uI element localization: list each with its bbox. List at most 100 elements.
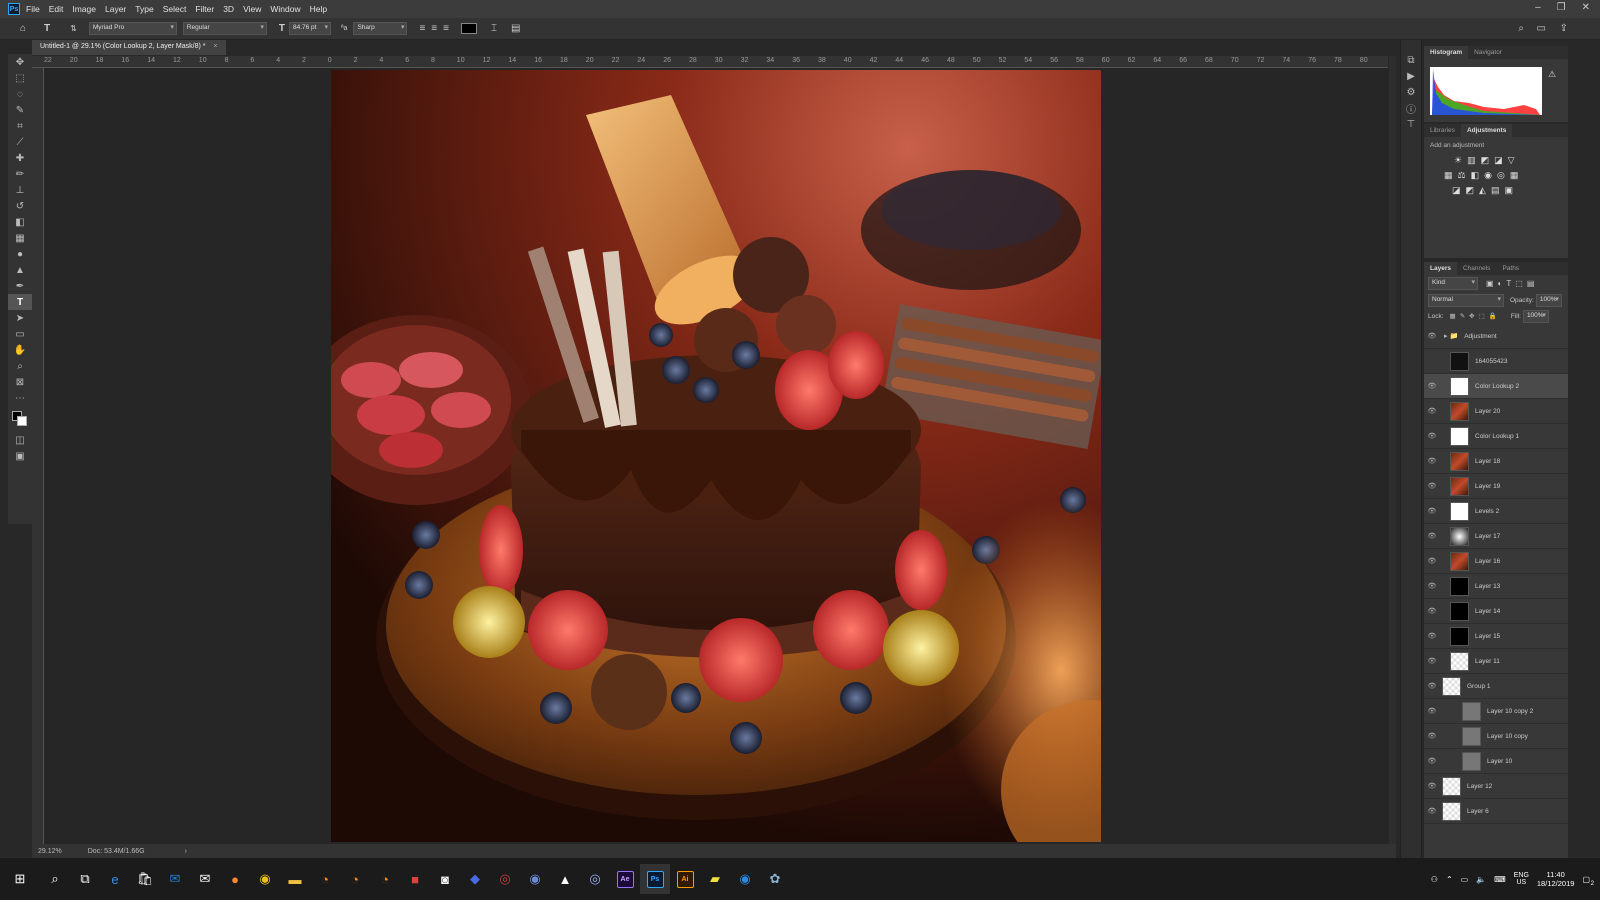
pen-tool-icon[interactable]: ✒ bbox=[8, 278, 32, 294]
marquee-tool-icon[interactable]: ⬚ bbox=[8, 70, 32, 86]
app-misc-icon[interactable]: ✿ bbox=[760, 864, 790, 894]
selective-color-icon[interactable]: ▣ bbox=[1504, 185, 1513, 196]
davinci-icon[interactable]: ◎ bbox=[490, 864, 520, 894]
character-panel-icon[interactable]: ▤ bbox=[511, 23, 520, 34]
network-icon[interactable]: ▭ bbox=[1461, 875, 1469, 884]
visibility-eye-icon[interactable]: 👁 bbox=[1424, 532, 1440, 540]
menu-help[interactable]: Help bbox=[310, 4, 327, 14]
notification-icon[interactable]: ▢ 2 bbox=[1582, 875, 1594, 887]
channel-mixer-icon[interactable]: ◎ bbox=[1497, 170, 1505, 181]
lasso-tool-icon[interactable]: ◌ bbox=[8, 86, 32, 102]
layer-name[interactable]: Layer 10 copy 2 bbox=[1487, 708, 1533, 715]
zoom-tool-icon[interactable]: ⌕ bbox=[8, 358, 32, 374]
gradient-tool-icon[interactable]: ▦ bbox=[8, 230, 32, 246]
substance-icon[interactable]: ▲ bbox=[550, 864, 580, 894]
layer-row[interactable]: 👁 Color Lookup 1 bbox=[1424, 424, 1568, 449]
home-icon[interactable]: ⌂ bbox=[20, 23, 26, 34]
layer-name[interactable]: Layer 20 bbox=[1475, 408, 1500, 415]
menu-select[interactable]: Select bbox=[163, 4, 187, 14]
menu-3d[interactable]: 3D bbox=[223, 4, 234, 14]
history-panel-icon[interactable]: ⧉ bbox=[1401, 52, 1421, 68]
layer-row[interactable]: 👁 Levels 2 bbox=[1424, 499, 1568, 524]
properties-panel-icon[interactable]: ⚙ bbox=[1401, 84, 1421, 100]
firefox-icon[interactable]: ● bbox=[220, 864, 250, 894]
layer-row[interactable]: 👁 Layer 6 bbox=[1424, 799, 1568, 824]
visibility-eye-icon[interactable]: 👁 bbox=[1424, 757, 1440, 765]
antialias-select[interactable]: Sharp bbox=[353, 22, 408, 35]
doc-info[interactable]: Doc: 53.4M/1.66G bbox=[88, 848, 145, 855]
close-icon[interactable]: ✕ bbox=[1582, 2, 1590, 13]
zoom-level[interactable]: 29.12% bbox=[38, 848, 62, 855]
layer-name[interactable]: Layer 6 bbox=[1467, 808, 1489, 815]
text-color-swatch[interactable] bbox=[460, 23, 477, 34]
menu-edit[interactable]: Edit bbox=[49, 4, 64, 14]
visibility-eye-icon[interactable]: 👁 bbox=[1424, 582, 1440, 590]
menu-filter[interactable]: Filter bbox=[195, 4, 214, 14]
visibility-eye-icon[interactable]: 👁 bbox=[1424, 707, 1440, 715]
document-tab[interactable]: Untitled-1 @ 29.1% (Color Lookup 2, Laye… bbox=[32, 40, 226, 55]
opacity-input[interactable]: 100% bbox=[1535, 293, 1562, 307]
visibility-eye-icon[interactable]: 👁 bbox=[1424, 607, 1440, 615]
eraser-tool-icon[interactable]: ◧ bbox=[8, 214, 32, 230]
layer-name[interactable]: Layer 16 bbox=[1475, 558, 1500, 565]
tab-layers[interactable]: Layers bbox=[1424, 262, 1457, 275]
history-brush-tool-icon[interactable]: ↺ bbox=[8, 198, 32, 214]
edge-browser-icon[interactable]: e bbox=[100, 864, 130, 894]
font-family-select[interactable]: Myriad Pro bbox=[88, 22, 177, 35]
tab-histogram[interactable]: Histogram bbox=[1424, 46, 1469, 59]
file-explorer-icon[interactable]: ▬ bbox=[280, 864, 310, 894]
actions-panel-icon[interactable]: ▶ bbox=[1401, 68, 1421, 84]
crop-tool-icon[interactable]: ⌗ bbox=[8, 118, 32, 134]
sticky-notes-icon[interactable]: ▰ bbox=[700, 864, 730, 894]
layer-row[interactable]: 👁 Layer 15 bbox=[1424, 624, 1568, 649]
layer-name[interactable]: Layer 10 bbox=[1487, 758, 1512, 765]
black-white-icon[interactable]: ◧ bbox=[1471, 170, 1480, 181]
clock[interactable]: 11:40 18/12/2019 bbox=[1537, 870, 1575, 888]
search-icon[interactable]: ⌕ bbox=[1518, 23, 1524, 34]
visibility-eye-icon[interactable]: 👁 bbox=[1424, 682, 1440, 690]
visibility-eye-icon[interactable]: 👁 bbox=[1424, 732, 1440, 740]
layer-row[interactable]: 👁 Layer 10 copy 2 bbox=[1424, 699, 1568, 724]
tab-adjustments[interactable]: Adjustments bbox=[1460, 124, 1513, 137]
blender-3-icon[interactable]: ◔ bbox=[370, 864, 400, 894]
canvas-artwork[interactable] bbox=[331, 70, 1101, 842]
volume-icon[interactable]: 🔈 bbox=[1476, 875, 1486, 884]
tray-overflow-icon[interactable]: ⌃ bbox=[1446, 875, 1453, 884]
layer-name[interactable]: Layer 13 bbox=[1475, 583, 1500, 590]
eyedropper-tool-icon[interactable]: ⟋ bbox=[8, 134, 32, 150]
quick-mask-icon[interactable]: ◫ bbox=[8, 432, 32, 448]
layer-row[interactable]: 👁 Layer 12 bbox=[1424, 774, 1568, 799]
layer-row[interactable]: 👁 Layer 19 bbox=[1424, 474, 1568, 499]
language-indicator[interactable]: ENG US bbox=[1514, 872, 1529, 886]
doc-info-arrow-icon[interactable]: › bbox=[185, 848, 187, 855]
layer-name[interactable]: Layer 19 bbox=[1475, 483, 1500, 490]
healing-brush-tool-icon[interactable]: ✚ bbox=[8, 150, 32, 166]
align-right-icon[interactable]: ≡ bbox=[443, 23, 449, 34]
app-circle-icon[interactable]: ◎ bbox=[580, 864, 610, 894]
menu-layer[interactable]: Layer bbox=[105, 4, 126, 14]
task-view-icon[interactable]: ⧉ bbox=[70, 864, 100, 894]
windows-start-icon[interactable]: ⊞ bbox=[0, 864, 40, 894]
clone-stamp-tool-icon[interactable]: ⊥ bbox=[8, 182, 32, 198]
layer-row[interactable]: 👁 Layer 20 bbox=[1424, 399, 1568, 424]
quick-select-tool-icon[interactable]: ✎ bbox=[8, 102, 32, 118]
tab-paths[interactable]: Paths bbox=[1496, 262, 1525, 275]
font-style-select[interactable]: Regular bbox=[182, 22, 267, 35]
tab-libraries[interactable]: Libraries bbox=[1424, 124, 1461, 137]
layer-row[interactable]: 164055423 bbox=[1424, 349, 1568, 374]
layer-name[interactable]: Layer 15 bbox=[1475, 633, 1500, 640]
visibility-eye-icon[interactable]: 👁 bbox=[1424, 807, 1440, 815]
color-balance-icon[interactable]: ⚖ bbox=[1458, 170, 1466, 181]
layer-row[interactable]: 👁 Layer 10 bbox=[1424, 749, 1568, 774]
layer-row[interactable]: 👁 Layer 11 bbox=[1424, 649, 1568, 674]
threshold-icon[interactable]: ◭ bbox=[1479, 185, 1486, 196]
brightness-icon[interactable]: ☀ bbox=[1454, 155, 1462, 166]
hue-saturation-icon[interactable]: ▦ bbox=[1444, 170, 1453, 181]
type-tool-icon[interactable]: T bbox=[8, 294, 32, 310]
layer-filter-icons[interactable]: ▣◐T⬚▤ bbox=[1486, 279, 1538, 288]
lock-icons[interactable]: ▦✎✥⬚🔒 bbox=[1450, 312, 1501, 320]
visibility-eye-icon[interactable]: 👁 bbox=[1424, 407, 1440, 415]
camera-app-icon[interactable]: ◙ bbox=[430, 864, 460, 894]
brush-tool-icon[interactable]: ✏ bbox=[8, 166, 32, 182]
blend-mode-select[interactable]: Normal bbox=[1428, 293, 1504, 307]
